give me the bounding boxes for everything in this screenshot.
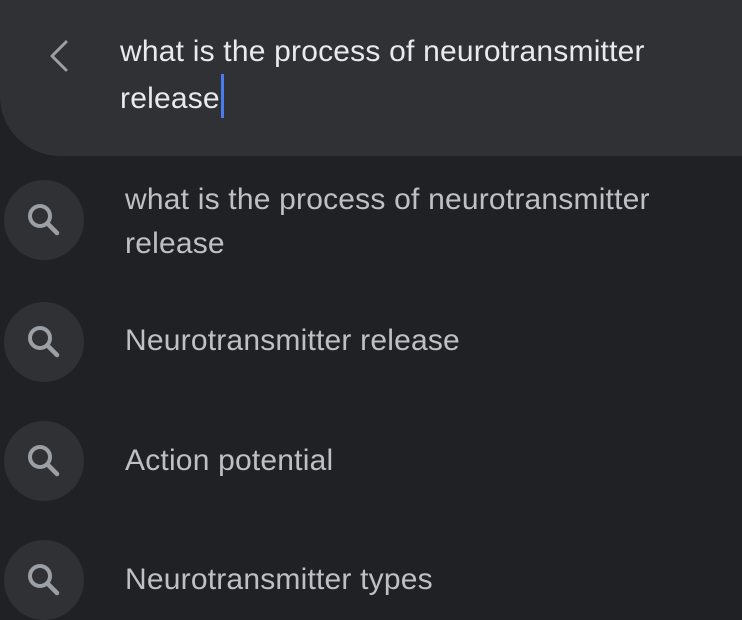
search-icon-badge xyxy=(4,540,84,620)
back-button[interactable] xyxy=(38,34,82,78)
search-query-text: what is the process of neurotransmitter … xyxy=(120,35,645,115)
suggestion-item[interactable]: Action potential xyxy=(0,421,742,501)
suggestion-item[interactable]: Neurotransmitter types xyxy=(0,540,742,620)
search-icon xyxy=(28,445,60,477)
suggestion-item[interactable]: what is the process of neurotransmitter … xyxy=(0,178,742,266)
search-icon xyxy=(28,204,60,236)
search-bar[interactable]: what is the process of neurotransmitter … xyxy=(0,0,742,156)
search-icon-badge xyxy=(4,421,84,501)
text-caret xyxy=(220,74,224,118)
suggestion-text: what is the process of neurotransmitter … xyxy=(125,183,650,260)
suggestion-text: Neurotransmitter release xyxy=(125,324,460,357)
search-input[interactable]: what is the process of neurotransmitter … xyxy=(120,30,730,121)
suggestion-text: Neurotransmitter types xyxy=(125,563,433,596)
search-icon-badge xyxy=(4,180,84,260)
search-icon xyxy=(28,564,60,596)
search-icon-badge xyxy=(4,302,84,382)
suggestion-item[interactable]: Neurotransmitter release xyxy=(0,302,742,382)
search-icon xyxy=(28,326,60,358)
chevron-left-icon xyxy=(50,40,68,72)
suggestion-text: Action potential xyxy=(125,444,334,477)
